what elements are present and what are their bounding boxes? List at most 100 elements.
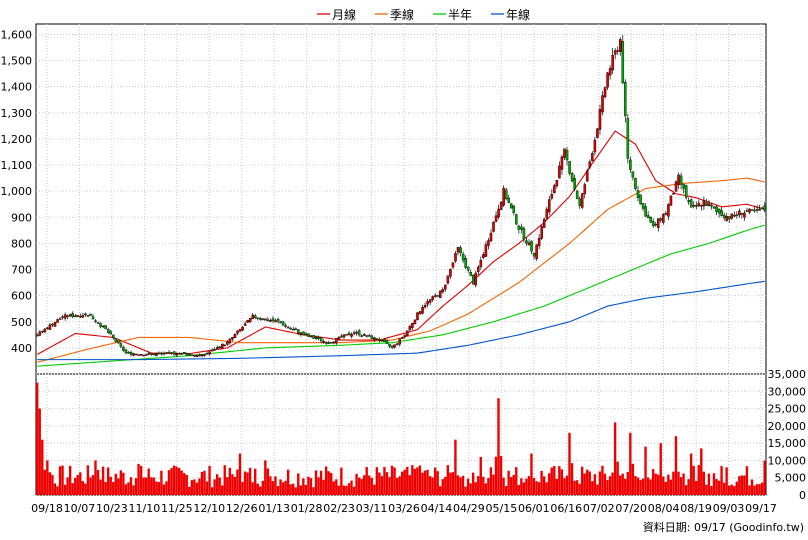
volume-bar [507,470,510,495]
candle-body [530,240,533,252]
volume-bar [157,482,161,495]
candle-body [390,345,394,348]
volume-bar [370,477,373,495]
volume-bar [634,476,637,495]
candle-body [550,194,554,199]
candle-body [368,335,371,337]
volume-tick-label: 30,000 [768,385,807,398]
candle-body [563,148,566,158]
volume-bar [162,484,166,495]
candle-body [700,205,703,207]
candle-body [289,328,293,330]
volume-bar [221,485,224,495]
candle-body [545,208,549,219]
volume-bar [750,479,754,495]
candle-body [558,165,561,179]
stock-chart: 月線 季線 半年 年線 400 500 600 700 800 900 1,000 1,100… [0,0,808,540]
candle-body [527,242,531,246]
volume-bar [51,474,54,495]
candle-body [507,197,510,203]
volume-bar [68,465,72,495]
candle-body [646,215,650,218]
candle-body [487,240,490,246]
candle-body [763,205,766,211]
volume-bar [760,482,764,495]
volume-bar [210,487,214,495]
volume-bar [71,483,74,495]
volume-bar [208,465,211,495]
volume-bar [393,467,396,495]
volume-bar [421,472,424,495]
candle-body [466,266,470,271]
volume-bar [626,471,629,495]
volume-bar [289,484,292,495]
volume-tick-label: 10,000 [768,454,807,467]
volume-bar [330,473,333,495]
candle-body [436,295,440,297]
volume-bar [618,475,622,495]
candle-body [221,344,224,349]
date-tick-label: 09/18 [31,502,63,515]
volume-bar [127,482,130,495]
candle-body [36,334,39,337]
price-tick-label: 400 [11,342,32,355]
volume-bar [63,484,67,495]
volume-bar [340,467,343,495]
volume-bar [456,475,460,495]
volume-bar [484,483,488,495]
price-plot-area [35,23,767,375]
candle-body [631,171,635,178]
volume-bar [264,460,267,495]
candle-body [150,353,153,355]
volume-tick-label: 0 [799,489,806,502]
candle-body [147,353,151,355]
volume-bar [697,465,700,495]
candle-body [484,244,488,257]
candle-body [426,301,429,305]
candle-body [403,334,407,337]
volume-bar [342,485,346,495]
candle-body [264,318,267,321]
candle-body [553,185,556,194]
volume-bar [170,468,173,495]
volume-bar [679,477,683,495]
candle-body [335,338,338,344]
volume-bar [616,461,619,495]
volume-bar [317,477,320,495]
volume-bar [428,476,432,495]
volume-bar [46,460,49,495]
date-tick-label: 10/07 [64,502,96,515]
volume-bar [74,477,77,495]
candle-body [127,352,130,354]
volume-bar [684,485,688,495]
volume-bar [406,466,409,495]
date-tick-label: 03/11 [356,502,388,515]
volume-bar [687,479,690,495]
volume-bar [388,477,391,495]
volume-bar [464,486,467,495]
candle-body [722,214,726,219]
volume-bar [740,475,744,495]
candle-body [365,335,369,337]
candle-body [129,351,133,355]
volume-bar [124,484,128,495]
candle-body [439,290,442,299]
candle-body [38,331,42,336]
candle-body [246,320,249,323]
volume-bar [527,476,531,495]
candle-body [707,203,711,207]
volume-bar [451,472,455,495]
candle-body [274,320,277,323]
candle-body [682,184,685,189]
candle-body [477,266,480,273]
candle-body [226,341,229,345]
volume-bar [362,475,366,495]
volume-bar [416,467,419,495]
volume-bar [256,483,259,495]
candle-body [621,41,625,84]
volume-bar [702,471,706,495]
candle-body [586,170,589,182]
candle-body [188,353,191,356]
volume-bar [134,478,138,495]
volume-bar [294,487,297,495]
